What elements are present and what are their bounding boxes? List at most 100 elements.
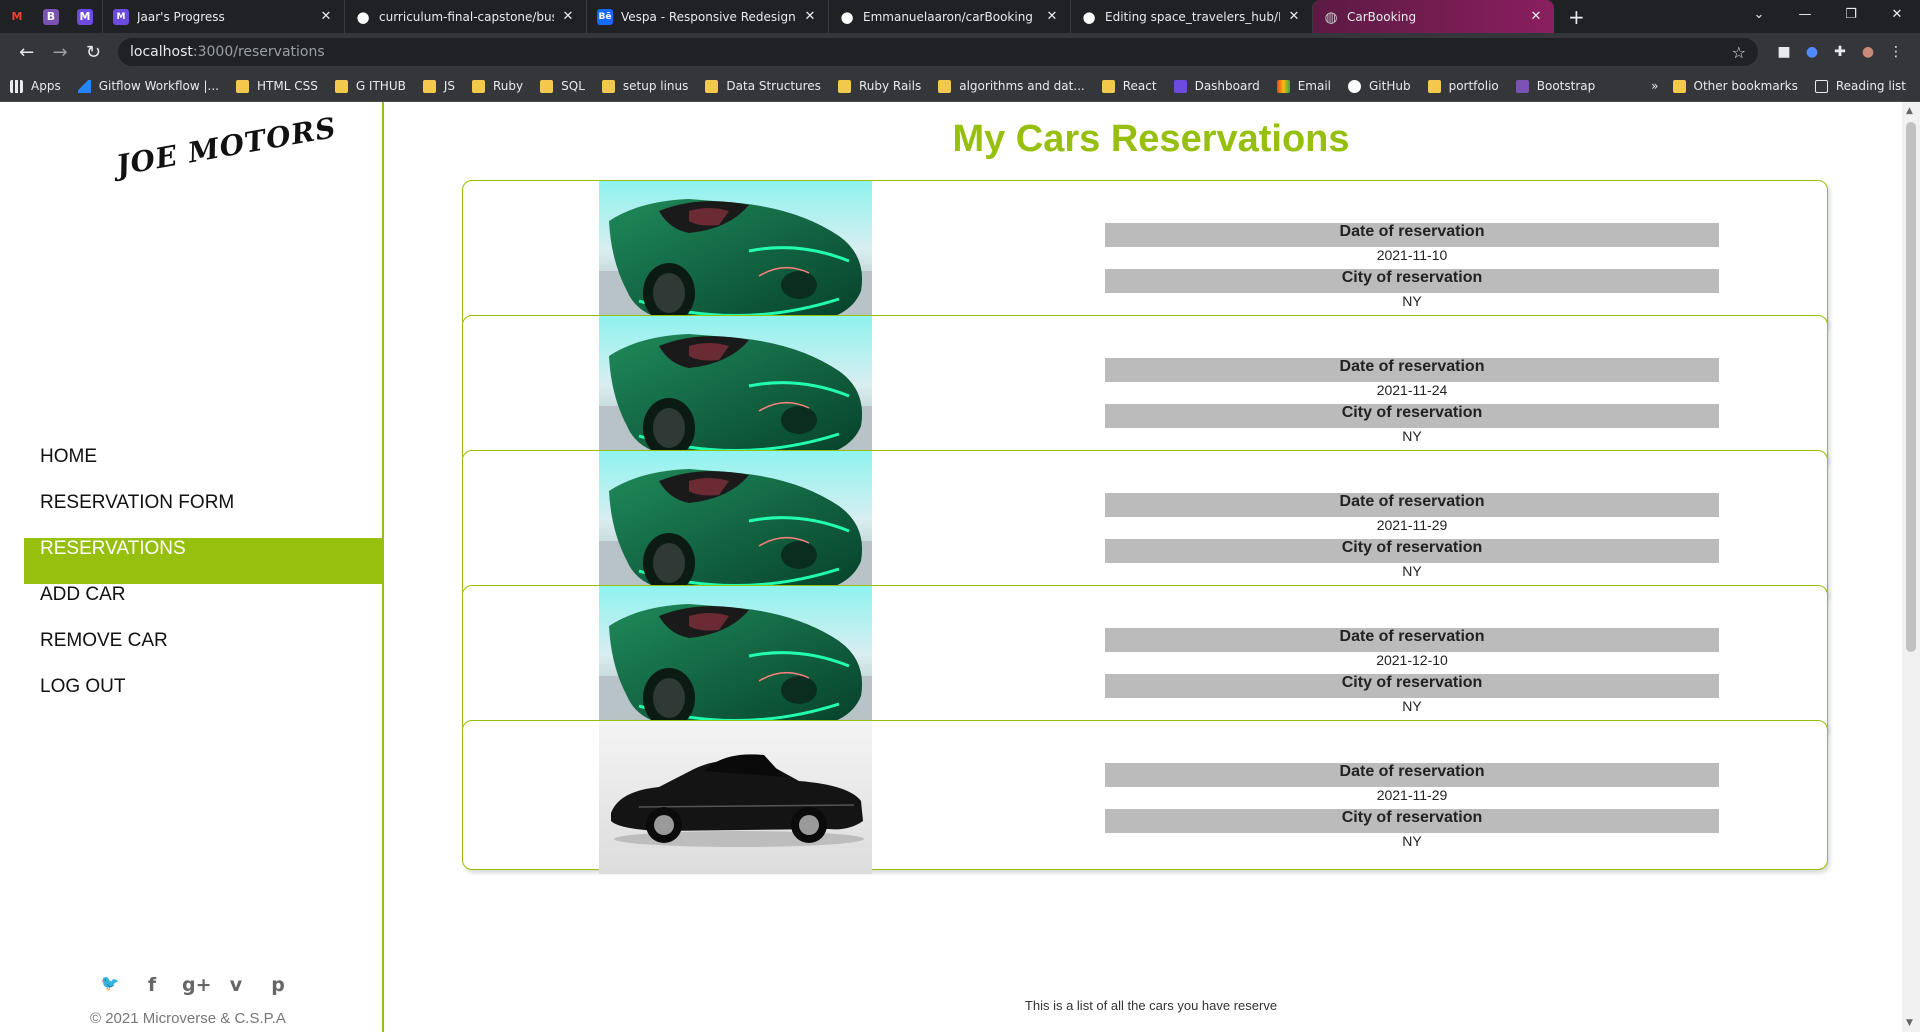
reservation-info: Date of reservation 2021-11-29 City of r… (1105, 493, 1719, 585)
scroll-down-icon[interactable]: ▼ (1906, 1018, 1913, 1028)
address-bar[interactable]: i localhost:3000/reservations ☆ (118, 38, 1759, 89)
more-bookmarks-button[interactable]: » (1651, 79, 1658, 93)
main-content: My Cars Reservations asdf; asdf Date of … (386, 102, 1902, 1032)
page: JOE MOTORS HOME RESERVATION FORM RESERVATI… (0, 102, 1920, 1032)
car-image (599, 586, 872, 739)
bookmark-item[interactable]: Apps (10, 79, 61, 93)
tab-title: Editing space_travelers_hub/REAI (1105, 9, 1280, 24)
close-window-button[interactable]: ✕ (1874, 0, 1920, 30)
bookmark-item[interactable]: JS (422, 79, 455, 93)
nav-add-car[interactable]: ADD CAR (24, 584, 384, 630)
browser-tab[interactable]: ● Emmanuelaaron/carBooking ✕ (828, 0, 1070, 33)
bootstrap-icon (1515, 79, 1529, 93)
bookmark-item[interactable]: algorithms and dat... (938, 79, 1085, 93)
pinned-tab[interactable]: M (68, 0, 102, 33)
scrollbar-thumb[interactable] (1906, 122, 1916, 652)
browser-tab[interactable]: Bē Vespa - Responsive Redesign on ✕ (586, 0, 828, 33)
city-label: City of reservation (1105, 674, 1719, 698)
date-label: Date of reservation (1105, 628, 1719, 652)
bookmarks-bar: Apps Gitflow Workflow |... HTML CSS G ITHUB… (0, 71, 1920, 102)
nav-reservations[interactable]: RESERVATIONS (24, 538, 384, 584)
bootstrap-icon: B (43, 8, 59, 25)
bookmark-item[interactable]: G ITHUB (334, 79, 406, 93)
reservation-city: NY (1402, 293, 1422, 309)
url-path: :3000/reservations (192, 44, 325, 60)
close-tab-icon[interactable]: ✕ (1528, 9, 1544, 24)
extension-icon[interactable]: ■ (1770, 44, 1798, 60)
back-button[interactable]: ← (10, 42, 43, 63)
tab-search-icon[interactable]: ⌄ (1736, 0, 1782, 30)
page-scrollbar[interactable]: ▲ ▼ (1902, 102, 1920, 1032)
browser-toolbar: ← → ↻ i localhost:3000/reservations ☆ ■ … (0, 33, 1920, 89)
close-tab-icon[interactable]: ✕ (560, 9, 576, 24)
nav-remove-car[interactable]: REMOVE CAR (24, 630, 384, 676)
car-image (599, 181, 872, 334)
bookmark-item[interactable]: setup linus (601, 79, 688, 93)
logo[interactable]: JOE MOTORS (114, 111, 339, 182)
reading-list[interactable]: Reading list (1814, 79, 1906, 93)
browser-tab[interactable]: ● curriculum-final-capstone/busine ✕ (344, 0, 586, 33)
reservation-city: NY (1402, 563, 1422, 579)
extension-check-icon[interactable]: ● (1798, 44, 1826, 60)
profile-avatar[interactable]: ● (1854, 44, 1882, 60)
twitter-icon[interactable]: 🐦 (98, 974, 122, 996)
bookmark-item[interactable]: portfolio (1427, 79, 1499, 93)
bookmark-item[interactable]: Email (1276, 79, 1331, 93)
reservation-date: 2021-12-10 (1376, 652, 1448, 668)
close-tab-icon[interactable]: ✕ (1044, 9, 1060, 24)
vimeo-icon[interactable]: v (224, 974, 248, 996)
reload-button[interactable]: ↻ (77, 42, 110, 63)
restore-button[interactable]: ❐ (1828, 0, 1874, 30)
window-controls: ⌄ — ❐ ✕ (1736, 0, 1920, 30)
bookmark-item[interactable]: Ruby (472, 79, 523, 93)
browser-tab[interactable]: ● Editing space_travelers_hub/REAI ✕ (1070, 0, 1312, 33)
pinterest-icon[interactable]: p (266, 974, 290, 996)
bookmark-item[interactable]: Bootstrap (1515, 79, 1595, 93)
nav-log-out[interactable]: LOG OUT (24, 676, 384, 722)
tab-title: Vespa - Responsive Redesign on (621, 9, 796, 24)
bookmark-star-icon[interactable]: ☆ (1732, 43, 1746, 62)
browser-menu-icon[interactable]: ⋮ (1882, 44, 1910, 60)
new-tab-button[interactable]: + (1568, 5, 1585, 29)
scroll-up-icon[interactable]: ▲ (1906, 106, 1913, 116)
bookmark-item[interactable]: Ruby Rails (837, 79, 922, 93)
minimize-button[interactable]: — (1782, 0, 1828, 30)
close-tab-icon[interactable]: ✕ (318, 9, 334, 24)
bookmark-item[interactable]: React (1101, 79, 1157, 93)
forward-button[interactable]: → (43, 42, 76, 63)
extensions-puzzle-icon[interactable]: ✚ (1826, 44, 1854, 60)
bookmark-label: HTML CSS (256, 79, 318, 93)
bookmark-item[interactable]: GitHub (1347, 79, 1411, 93)
reservation-card: Date of reservation 2021-11-29 City of r… (462, 720, 1828, 874)
pinned-tab[interactable]: M (0, 0, 34, 33)
folder-icon (601, 79, 615, 93)
bookmark-label: Email (1297, 79, 1331, 93)
bookmark-item[interactable]: SQL (540, 79, 585, 93)
city-label: City of reservation (1105, 539, 1719, 563)
facebook-icon[interactable]: f (140, 974, 164, 996)
reservation-card: asdf; asdf Date of reservation 2021-11-1… (462, 180, 1828, 343)
page-title: My Cars Reservations (952, 118, 1350, 160)
car-image (599, 451, 872, 604)
close-tab-icon[interactable]: ✕ (802, 9, 818, 24)
other-bookmarks[interactable]: Other bookmarks (1672, 79, 1798, 93)
close-tab-icon[interactable]: ✕ (1286, 9, 1302, 24)
apps-grid-icon (10, 79, 23, 93)
browser-tab[interactable]: ◍ CarBooking ✕ (1312, 0, 1554, 33)
pinned-tab[interactable]: B (34, 0, 68, 33)
nav-reservation-form[interactable]: RESERVATION FORM (24, 492, 384, 538)
microverse-icon: M (113, 8, 129, 25)
bookmark-label: Ruby Rails (858, 79, 922, 93)
bookmark-item[interactable]: HTML CSS (235, 79, 318, 93)
bookmark-item[interactable]: Gitflow Workflow |... (77, 79, 219, 93)
browser-tab[interactable]: M Jaar's Progress ✕ (102, 0, 344, 33)
bookmark-item[interactable]: Dashboard (1173, 79, 1260, 93)
google-plus-icon[interactable]: g+ (182, 974, 212, 996)
github-icon (1347, 79, 1361, 93)
bookmark-item[interactable]: Data Structures (705, 79, 821, 93)
folder-icon (837, 79, 851, 93)
nav-home[interactable]: HOME (24, 446, 384, 492)
car-image (599, 721, 872, 874)
bookmark-label: algorithms and dat... (959, 79, 1085, 93)
date-label: Date of reservation (1105, 763, 1719, 787)
